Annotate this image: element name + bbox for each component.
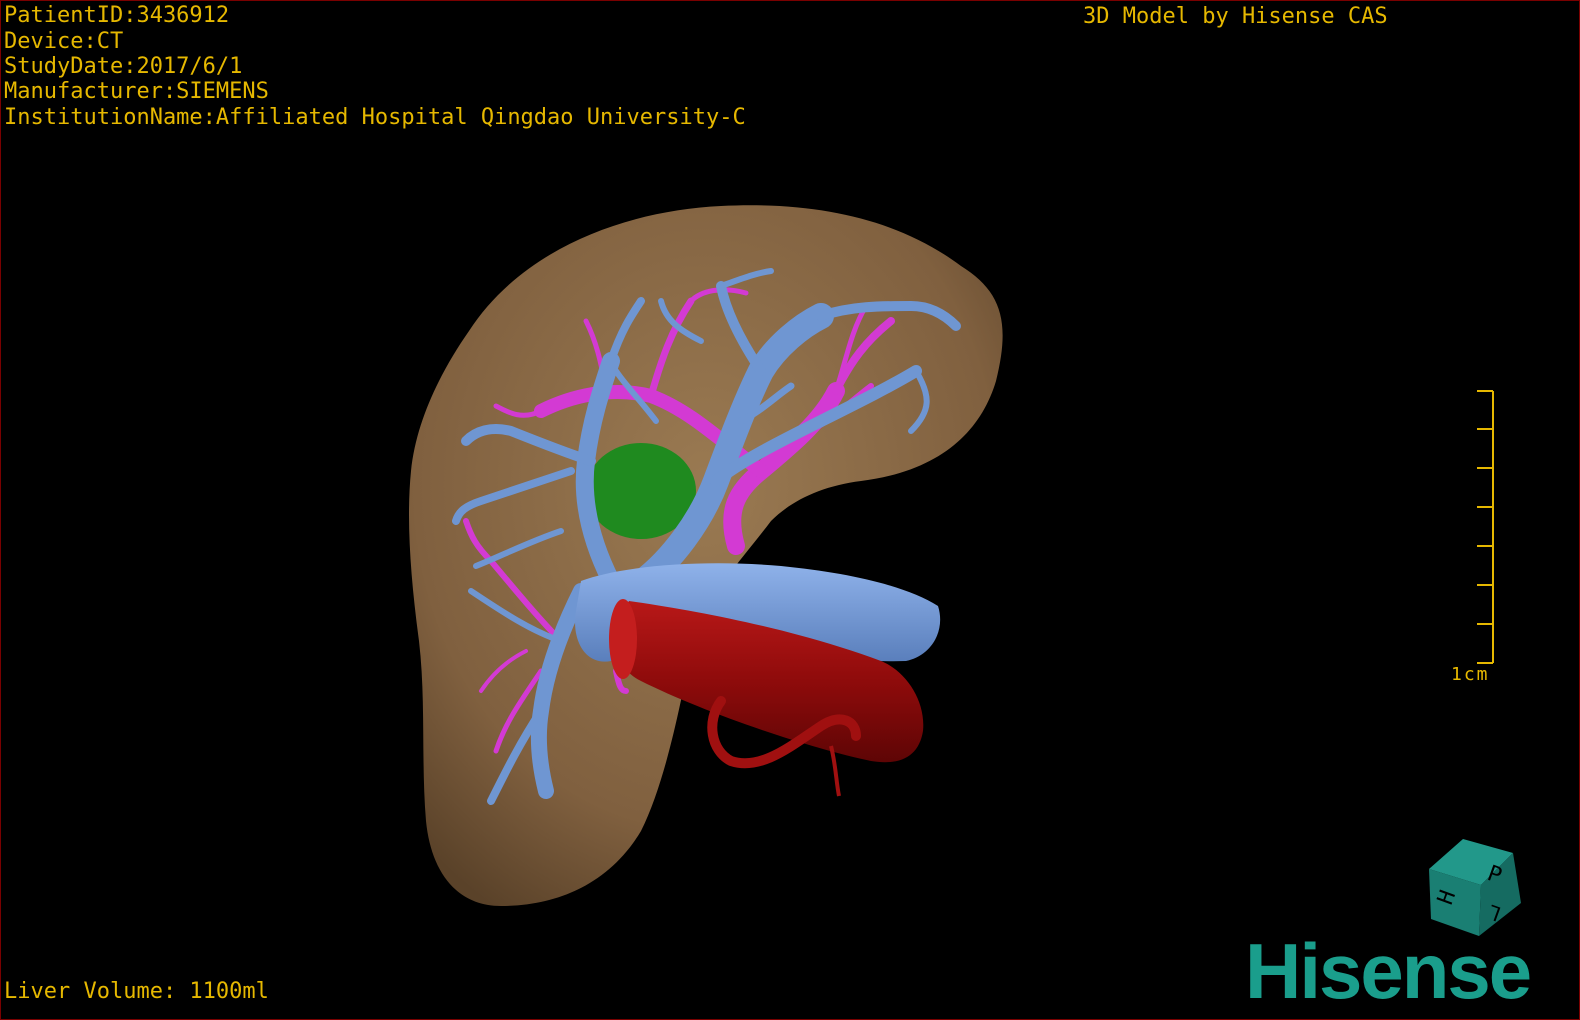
hisense-logo: Hisense <box>1245 927 1532 1015</box>
manufacturer-text: Manufacturer:SIEMENS <box>4 79 269 104</box>
device-text: Device:CT <box>4 29 124 54</box>
liver-volume-text: Liver Volume: 1100ml <box>4 979 269 1004</box>
patient-id-text: PatientID:3436912 <box>4 3 230 28</box>
scale-bar <box>1477 390 1494 664</box>
institution-name-text: InstitutionName:Affiliated Hospital Qing… <box>4 105 746 130</box>
study-date-text: StudyDate:2017/6/1 <box>4 54 243 79</box>
scale-bar-label: 1cm <box>1451 664 1490 685</box>
orientation-cube-icon[interactable]: H P L <box>1429 839 1521 936</box>
3d-viewport[interactable]: H P L PatientID:3436912 Device:CT StudyD… <box>0 0 1580 1020</box>
3d-model-render[interactable]: H P L <box>1 1 1580 1020</box>
model-credit-text: 3D Model by Hisense CAS <box>1083 4 1388 29</box>
